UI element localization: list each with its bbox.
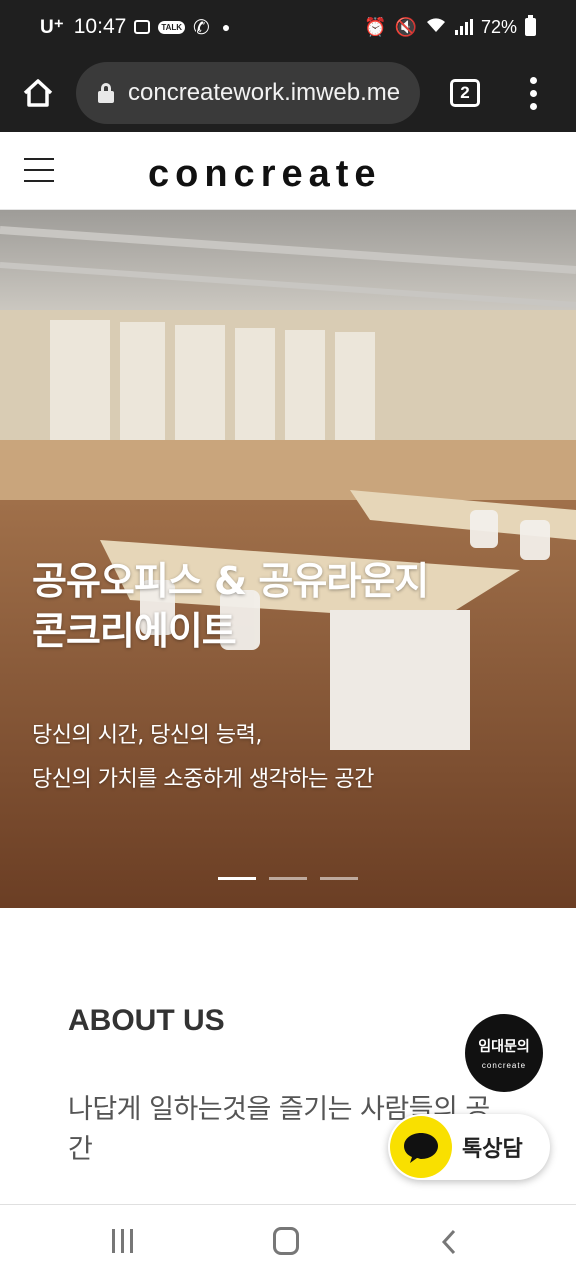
slide-dot-1[interactable] (218, 877, 256, 880)
hero-title-line2: 콘크리에이트 (32, 609, 237, 653)
concreate-logo[interactable]: concreate (148, 156, 428, 192)
signal-icon (454, 19, 473, 35)
battery-percent: 72% (480, 16, 517, 37)
home-icon (23, 79, 53, 107)
slide-dot-2[interactable] (269, 877, 307, 880)
slide-dot-3[interactable] (320, 877, 358, 880)
rent-inquiry-label: 임대문의 (478, 1039, 530, 1055)
hero-subtitle-line2: 당신의 가치를 소중하게 생각하는 공간 (32, 767, 374, 792)
gallery-notification-icon (134, 20, 151, 34)
tab-switcher-button[interactable]: 2 (420, 54, 510, 132)
speech-bubble-icon (390, 1116, 452, 1178)
battery-icon (525, 15, 536, 36)
alarm-icon: ⏰ (364, 16, 387, 37)
browser-home-button[interactable] (0, 54, 76, 132)
about-heading: ABOUT US (68, 1004, 225, 1037)
address-bar[interactable]: concreatework.imweb.me (76, 62, 420, 124)
rent-inquiry-button[interactable]: 임대문의 concreate (465, 1014, 543, 1092)
lock-icon (98, 83, 114, 103)
recent-apps-icon[interactable] (112, 1229, 133, 1253)
back-icon[interactable] (438, 1229, 462, 1255)
kakao-talk-label: 톡상담 (462, 1137, 523, 1162)
hero-title-line1: 공유오피스 & 공유라운지 (32, 559, 429, 603)
browser-menu-button[interactable] (510, 54, 556, 132)
more-notifications-icon: ● (221, 19, 231, 35)
hero-title: 공유오피스 & 공유라운지 콘크리에이트 (32, 556, 429, 656)
clock: 10:47 (73, 15, 127, 38)
tab-count: 2 (450, 79, 480, 107)
kakao-talk-button[interactable]: 톡상담 (388, 1114, 550, 1180)
url-text: concreatework.imweb.me (128, 79, 401, 106)
browser-toolbar: concreatework.imweb.me 2 (0, 54, 576, 132)
logo-text: concreate (148, 156, 382, 192)
rent-inquiry-logo: concreate (481, 1061, 527, 1070)
hero-subtitle-line1: 당신의 시간, 당신의 능력, (32, 723, 262, 748)
carrier-label: U⁺ (40, 16, 64, 38)
status-bar: U⁺ 10:47 TALK ✆ ● ⏰ 🔇 72% (0, 0, 576, 54)
hamburger-menu-icon[interactable] (24, 158, 54, 182)
wifi-icon (425, 16, 447, 39)
system-nav-bar (0, 1204, 576, 1280)
slider-pagination (218, 877, 358, 880)
kakaotalk-notification-icon: TALK (158, 20, 186, 34)
hero-slider[interactable]: 공유오피스 & 공유라운지 콘크리에이트 당신의 시간, 당신의 능력, 당신의… (0, 210, 576, 908)
mute-icon: 🔇 (394, 16, 417, 37)
hero-subtitle: 당신의 시간, 당신의 능력, 당신의 가치를 소중하게 생각하는 공간 (32, 714, 374, 802)
home-nav-icon[interactable] (273, 1227, 299, 1255)
site-header: concreate (0, 132, 576, 210)
call-notification-icon: ✆ (193, 16, 210, 39)
